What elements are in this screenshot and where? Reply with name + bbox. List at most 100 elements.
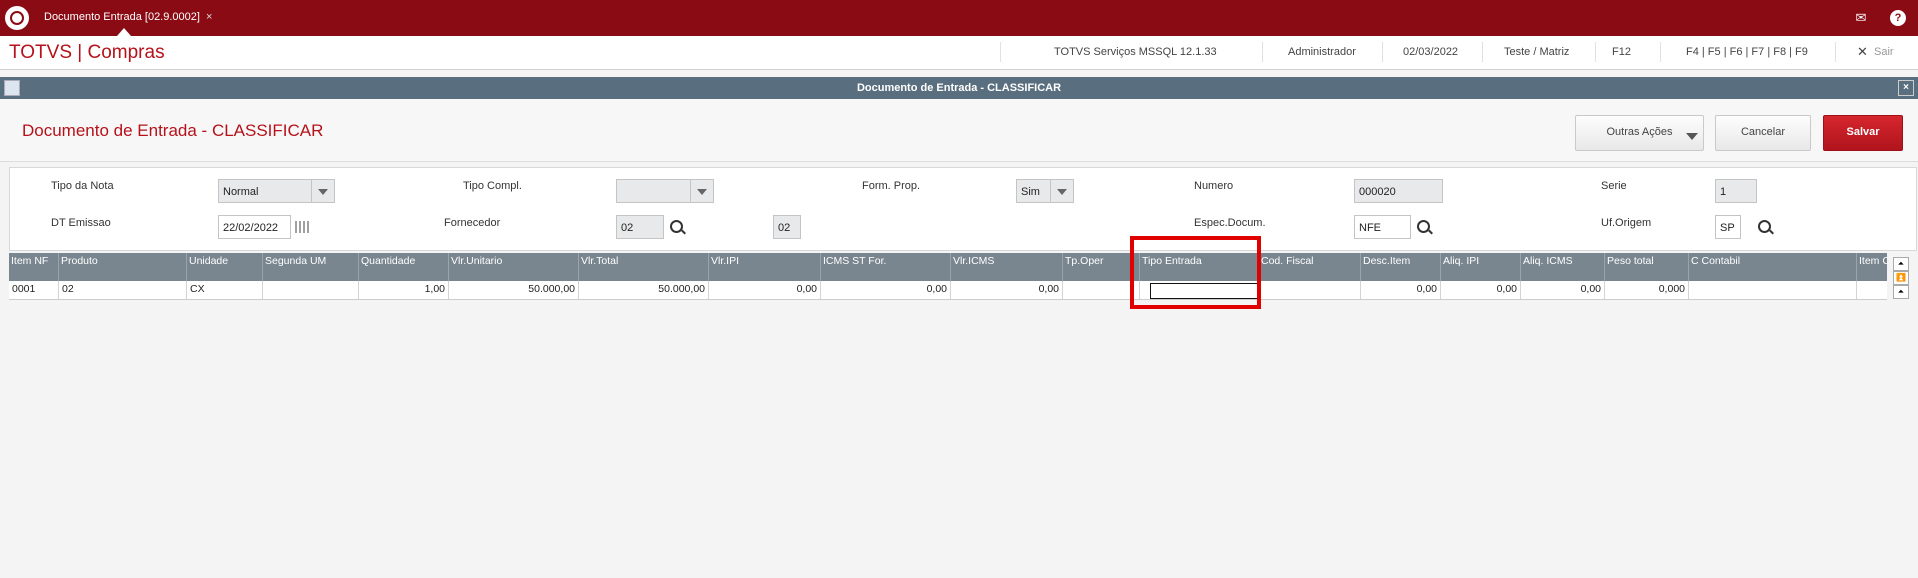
column-header-quantidade[interactable]: Quantidade [359,253,449,281]
column-header-unidade[interactable]: Unidade [187,253,263,281]
form-prop-value: Sim [1021,186,1040,198]
branch-info[interactable]: Teste / Matriz [1504,46,1569,58]
serie-label: Serie [1601,180,1627,192]
cell-vlr-ipi[interactable]: 0,00 [709,281,821,299]
tipo-compl-select[interactable] [616,179,714,203]
divider [1382,42,1383,62]
search-icon[interactable] [1758,220,1771,233]
column-header-item-nf[interactable]: Item NF [9,253,59,281]
scroll-top-icon[interactable]: ⏶ [1893,257,1909,271]
cell-peso-total[interactable]: 0,000 [1605,281,1689,299]
dt-emissao-label: DT Emissao [51,217,111,229]
cell-vlr-total[interactable]: 50.000,00 [579,281,709,299]
uf-origem-label: Uf.Origem [1601,217,1652,229]
column-header-aliq-ipi[interactable]: Aliq. IPI [1441,253,1521,281]
column-header-tp-oper[interactable]: Tp.Oper [1063,253,1140,281]
fornecedor-label: Fornecedor [444,217,501,229]
column-header-vlr-unitario[interactable]: Vlr.Unitario [449,253,579,281]
divider [1262,42,1263,62]
calendar-icon[interactable] [295,221,309,233]
cell-c-contabil[interactable] [1689,281,1857,299]
column-header-segunda-um[interactable]: Segunda UM [263,253,359,281]
cell-item-nf[interactable]: 0001 [9,281,59,299]
app-bar: TOTVS | Compras TOTVS Serviços MSSQL 12.… [0,36,1918,70]
tab-label: Documento Entrada [02.9.0002] [44,11,200,23]
column-header-vlr-icms[interactable]: Vlr.ICMS [951,253,1063,281]
help-icon[interactable]: ? [1890,10,1906,26]
cell-unidade[interactable]: CX [187,281,263,299]
user-info[interactable]: Administrador [1288,46,1356,58]
cell-aliq-icms[interactable]: 0,00 [1521,281,1605,299]
column-header-c-contabil[interactable]: C Contabil [1689,253,1857,281]
tipo-nota-value: Normal [223,186,259,198]
numero-label: Numero [1194,180,1234,192]
column-header-item-conta[interactable]: Item Conta [1857,253,1887,281]
column-header-aliq-icms[interactable]: Aliq. ICMS [1521,253,1605,281]
exit-icon[interactable]: ✕ [1857,44,1868,60]
cell-cod-fiscal[interactable] [1259,281,1361,299]
grid-header: Item NF Produto Unidade Segunda UM Quant… [9,253,1887,281]
divider [1000,42,1001,62]
tab-close-icon[interactable]: × [206,11,212,23]
cell-produto[interactable]: 02 [59,281,187,299]
serie-field[interactable]: 1 [1715,179,1757,203]
mail-icon[interactable]: ✉ [1853,10,1869,26]
cancel-button[interactable]: Cancelar [1715,115,1811,151]
cell-item-conta[interactable] [1857,281,1887,299]
dialog-heading: Documento de Entrada - CLASSIFICAR [22,121,324,140]
scroll-page-up-icon[interactable]: ⏫ [1893,271,1909,285]
outras-acoes-button[interactable]: Outras Ações [1575,115,1704,151]
cell-segunda-um[interactable] [263,281,359,299]
divider [1660,42,1661,62]
column-header-cod-fiscal[interactable]: Cod. Fiscal [1259,253,1361,281]
column-header-produto[interactable]: Produto [59,253,187,281]
form-prop-select[interactable]: Sim [1016,179,1074,203]
cell-aliq-ipi[interactable]: 0,00 [1441,281,1521,299]
divider [1595,42,1596,62]
cell-vlr-icms[interactable]: 0,00 [951,281,1063,299]
espec-docum-label: Espec.Docum. [1194,217,1266,229]
header-form: Tipo da Nota Normal Tipo Compl. Form. Pr… [9,167,1917,251]
dialog-close-icon[interactable]: × [1898,80,1914,96]
cell-desc-item[interactable]: 0,00 [1361,281,1441,299]
dialog-window-title: Documento de Entrada - CLASSIFICAR [856,82,1062,94]
tipo-compl-label: Tipo Compl. [463,180,522,192]
column-header-desc-item[interactable]: Desc.Item [1361,253,1441,281]
search-icon[interactable] [1417,220,1430,233]
dialog-title-bar: Documento de Entrada - CLASSIFICAR × [0,77,1918,99]
cell-icms-st-for[interactable]: 0,00 [821,281,951,299]
tipo-nota-select[interactable]: Normal [218,179,335,203]
fornecedor-loja-field[interactable]: 02 [773,215,801,239]
grid-scrollbar[interactable]: ⏶ ⏫ ⏶ [1893,253,1909,301]
uf-origem-field[interactable]: SP [1715,215,1741,239]
column-header-icms-st-for[interactable]: ICMS ST For. [821,253,951,281]
dt-emissao-field[interactable]: 22/02/2022 [218,215,291,239]
numero-field[interactable]: 000020 [1354,179,1443,203]
espec-docum-field[interactable]: NFE [1354,215,1411,239]
divider [1482,42,1483,62]
server-info[interactable]: TOTVS Serviços MSSQL 12.1.33 [1054,46,1217,58]
cell-vlr-unitario[interactable]: 50.000,00 [449,281,579,299]
table-row[interactable]: 0001 02 CX 1,00 50.000,00 50.000,00 0,00… [9,281,1887,300]
search-icon[interactable] [670,220,683,233]
cell-quantidade[interactable]: 1,00 [359,281,449,299]
cell-tp-oper[interactable] [1063,281,1140,299]
outras-acoes-label: Outras Ações [1606,126,1673,138]
column-header-peso-total[interactable]: Peso total [1605,253,1689,281]
scroll-up-icon[interactable]: ⏶ [1893,285,1909,299]
window-icon [4,80,20,96]
chevron-down-icon [1686,133,1698,140]
fornecedor-field[interactable]: 02 [616,215,664,239]
form-prop-label: Form. Prop. [862,180,921,192]
f12-shortcut[interactable]: F12 [1612,46,1631,58]
exit-button[interactable]: Sair [1874,46,1894,58]
function-keys[interactable]: F4 | F5 | F6 | F7 | F8 | F9 [1686,46,1808,58]
highlight-annotation [1130,236,1261,309]
save-button[interactable]: Salvar [1823,115,1903,151]
totvs-logo-icon[interactable] [5,6,29,30]
chevron-down-icon [690,180,713,202]
column-header-vlr-ipi[interactable]: Vlr.IPI [709,253,821,281]
tipo-nota-label: Tipo da Nota [51,180,114,192]
date-info[interactable]: 02/03/2022 [1403,46,1458,58]
column-header-vlr-total[interactable]: Vlr.Total [579,253,709,281]
